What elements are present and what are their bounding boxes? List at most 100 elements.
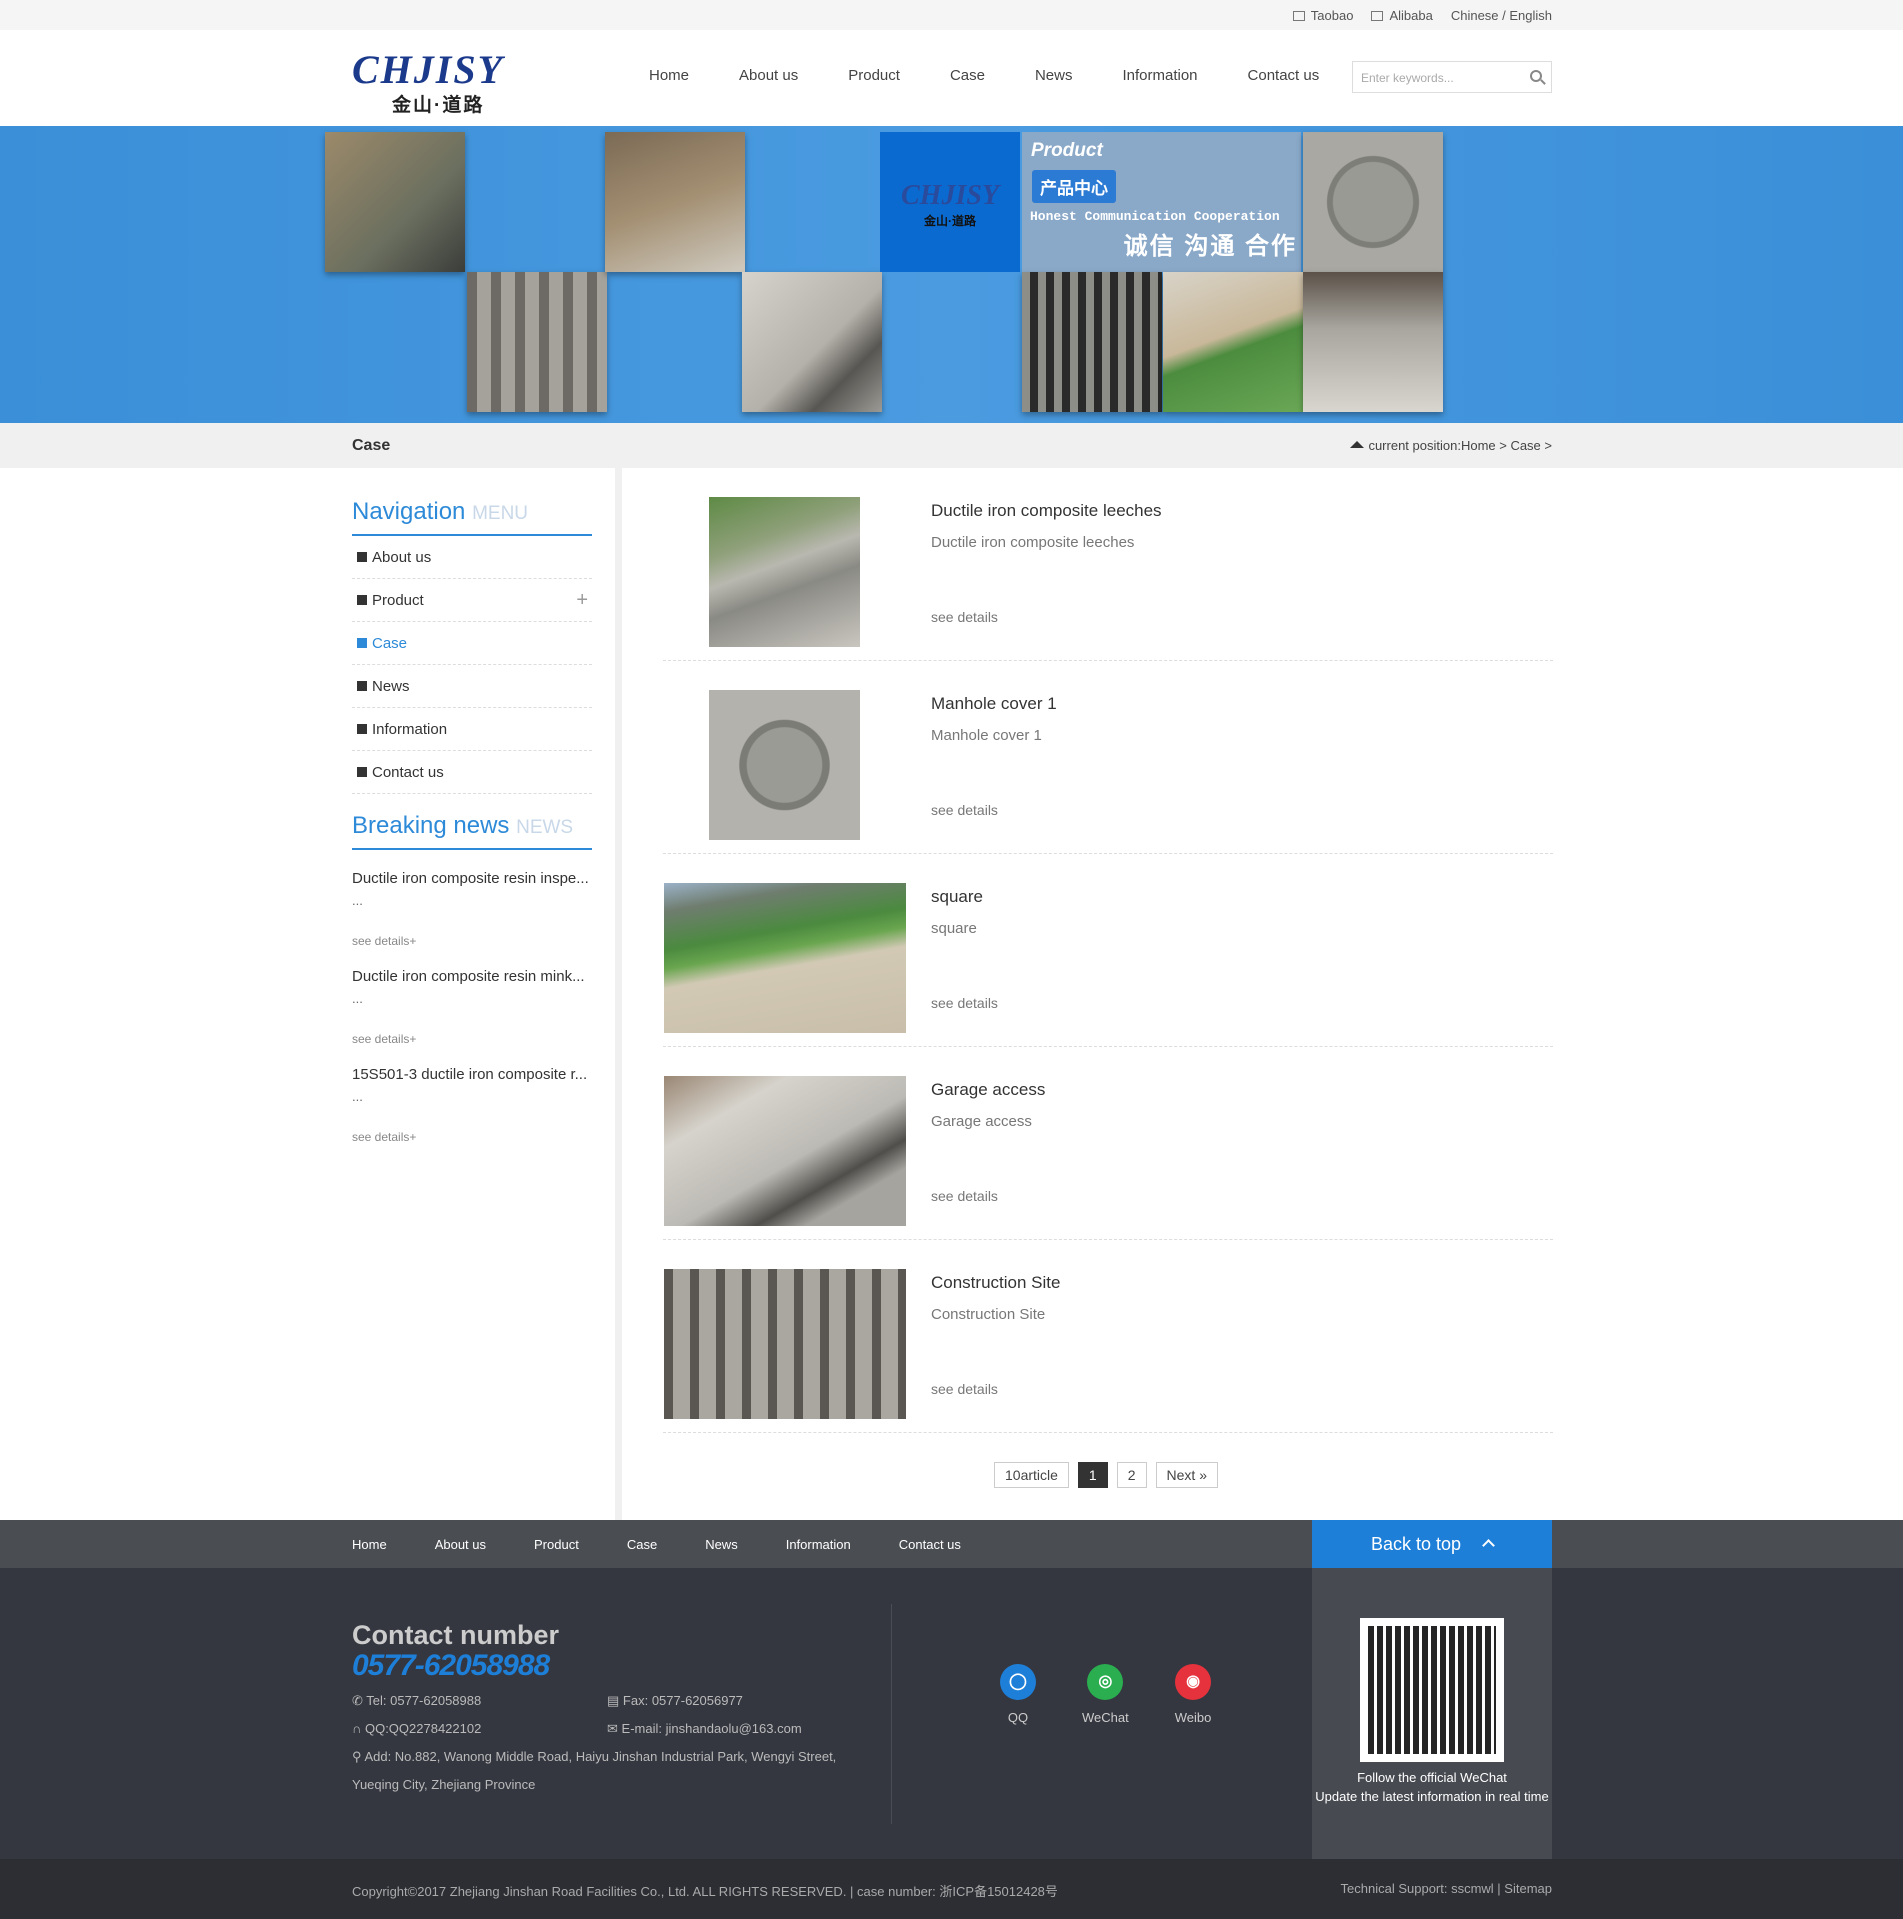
- support-links[interactable]: Technical Support: sscmwl | Sitemap: [1341, 1881, 1552, 1896]
- footer-link-news[interactable]: News: [705, 1537, 738, 1552]
- nav-case[interactable]: Case: [924, 67, 1010, 129]
- taobao-label: Taobao: [1310, 8, 1354, 23]
- case-title[interactable]: Garage access: [931, 1080, 1045, 1100]
- nav-product[interactable]: Product: [823, 67, 925, 126]
- nav-information[interactable]: Information: [1097, 67, 1222, 126]
- case-details-link[interactable]: see details: [931, 609, 998, 625]
- footer-link-home[interactable]: Home: [352, 1537, 387, 1552]
- social-qq[interactable]: ◯ QQ: [1000, 1664, 1036, 1725]
- case-image[interactable]: [709, 690, 860, 840]
- case-image[interactable]: [664, 883, 906, 1033]
- page-1[interactable]: 1: [1077, 1462, 1108, 1488]
- nav-contact[interactable]: Contact us: [1223, 67, 1345, 126]
- news-title: Ductile iron composite resin inspe...: [352, 870, 589, 887]
- news-more-link[interactable]: see details+: [352, 1032, 592, 1046]
- sidebar-item-case[interactable]: Case: [352, 622, 592, 665]
- sidebar-nav-heading: Navigation MENU: [352, 498, 592, 536]
- sidebar-item-news[interactable]: News: [352, 665, 592, 708]
- social-weibo[interactable]: ◉ Weibo: [1175, 1664, 1211, 1725]
- case-details-link[interactable]: see details: [931, 995, 998, 1011]
- search-input[interactable]: Enter keywords...: [1352, 61, 1552, 93]
- page-2[interactable]: 2: [1116, 1462, 1147, 1488]
- news-item[interactable]: Ductile iron composite resin mink...... s…: [352, 968, 592, 1046]
- expand-plus-icon[interactable]: +: [576, 579, 588, 622]
- case-item[interactable]: Garage access Garage access see details: [663, 1047, 1553, 1240]
- copyright-text: Copyright©2017 Zhejiang Jinshan Road Fac…: [352, 1884, 1058, 1899]
- sidebar-nav: About us Product + Case News Information …: [352, 536, 592, 794]
- footer-divider: [891, 1604, 892, 1824]
- alibaba-link[interactable]: Alibaba: [1371, 8, 1433, 23]
- back-to-top-button[interactable]: Back to top: [1312, 1520, 1552, 1568]
- case-image[interactable]: [664, 1076, 906, 1226]
- news-item[interactable]: 15S501-3 ductile iron composite r...... s…: [352, 1066, 592, 1144]
- footer-link-case[interactable]: Case: [627, 1537, 657, 1552]
- case-item[interactable]: square square see details: [663, 854, 1553, 1047]
- store-icon: [1371, 11, 1384, 21]
- banner-photo-pipes: [605, 132, 745, 272]
- bullet-icon: [357, 638, 367, 648]
- bullet-icon: [357, 595, 367, 605]
- case-image[interactable]: [664, 1269, 906, 1419]
- phone-icon: ✆: [352, 1693, 363, 1708]
- social-wechat[interactable]: ◎ WeChat: [1082, 1664, 1129, 1725]
- bullet-icon: [357, 724, 367, 734]
- next-page-button[interactable]: Next »: [1155, 1462, 1218, 1488]
- sidebar-item-about[interactable]: About us: [352, 536, 592, 579]
- taobao-link[interactable]: Taobao: [1292, 8, 1354, 23]
- case-image[interactable]: [709, 497, 860, 647]
- contact-heading: Contact number: [352, 1620, 560, 1650]
- breadcrumb-text[interactable]: current position:Home > Case >: [1368, 438, 1552, 453]
- bullet-icon: [357, 681, 367, 691]
- case-details-link[interactable]: see details: [931, 1188, 998, 1204]
- email-text[interactable]: E-mail: jinshandaolu@163.com: [622, 1721, 802, 1736]
- news-summary: ...: [352, 991, 363, 1006]
- news-title: 15S501-3 ductile iron composite r...: [352, 1066, 588, 1083]
- case-title[interactable]: square: [931, 887, 983, 907]
- nav-news[interactable]: News: [1010, 67, 1098, 126]
- contact-info: Contact number 0577-62058988 ✆ Tel: 0577…: [352, 1620, 836, 1799]
- mail-icon: ✉: [607, 1721, 618, 1736]
- banner-tag-cn: 产品中心: [1032, 170, 1116, 203]
- footer: Contact number 0577-62058988 ✆ Tel: 0577…: [0, 1568, 1903, 1859]
- page-count: 10article: [994, 1462, 1069, 1488]
- banner-tag-en: Product: [1031, 140, 1103, 161]
- case-subtitle: Manhole cover 1: [931, 727, 1042, 744]
- case-subtitle: Garage access: [931, 1113, 1032, 1130]
- banner-logo-cn: 金山·道路: [924, 214, 976, 228]
- language-switch[interactable]: Chinese / English: [1451, 8, 1552, 23]
- sidebar-item-information[interactable]: Information: [352, 708, 592, 751]
- case-details-link[interactable]: see details: [931, 1381, 998, 1397]
- case-title[interactable]: Construction Site: [931, 1273, 1060, 1293]
- news-more-link[interactable]: see details+: [352, 934, 592, 948]
- logo[interactable]: CHJISY 金山·道路: [352, 47, 542, 117]
- qq-text: QQ:QQ2278422102: [364, 1721, 482, 1736]
- case-title[interactable]: Ductile iron composite leeches: [931, 501, 1162, 521]
- sidebar-item-label: Product: [372, 592, 424, 609]
- nav-home[interactable]: Home: [624, 67, 714, 126]
- case-details-link[interactable]: see details: [931, 802, 998, 818]
- footer-link-information[interactable]: Information: [786, 1537, 851, 1552]
- search-icon[interactable]: [1530, 70, 1542, 82]
- sidebar-item-product[interactable]: Product +: [352, 579, 592, 622]
- footer-link-contact[interactable]: Contact us: [899, 1537, 961, 1552]
- sidebar-news-title: Breaking news: [352, 812, 510, 839]
- nav-about[interactable]: About us: [714, 67, 823, 126]
- case-title[interactable]: Manhole cover 1: [931, 694, 1057, 714]
- contact-qq: ∩ QQ:QQ2278422102: [352, 1715, 607, 1743]
- news-title: Ductile iron composite resin mink...: [352, 968, 585, 985]
- footer-link-product[interactable]: Product: [534, 1537, 579, 1552]
- case-item[interactable]: Construction Site Construction Site see …: [663, 1240, 1553, 1433]
- case-item[interactable]: Ductile iron composite leeches Ductile i…: [663, 468, 1553, 661]
- sidebar-item-label: Information: [372, 721, 448, 738]
- news-more-link[interactable]: see details+: [352, 1130, 592, 1144]
- footer-link-about[interactable]: About us: [435, 1537, 486, 1552]
- sidebar-item-contact[interactable]: Contact us: [352, 751, 592, 794]
- breadcrumb: current position:Home > Case >: [1350, 438, 1552, 453]
- social-links: ◯ QQ ◎ WeChat ◉ Weibo: [1000, 1664, 1211, 1725]
- case-subtitle: Construction Site: [931, 1306, 1046, 1323]
- news-item[interactable]: Ductile iron composite resin inspe......…: [352, 870, 592, 948]
- case-item[interactable]: Manhole cover 1 Manhole cover 1 see deta…: [663, 661, 1553, 854]
- sidebar-news-heading: Breaking news NEWS: [352, 812, 592, 850]
- sidebar: Navigation MENU About us Product + Case N…: [0, 468, 622, 1520]
- logo-text-en: CHJISY: [352, 47, 505, 92]
